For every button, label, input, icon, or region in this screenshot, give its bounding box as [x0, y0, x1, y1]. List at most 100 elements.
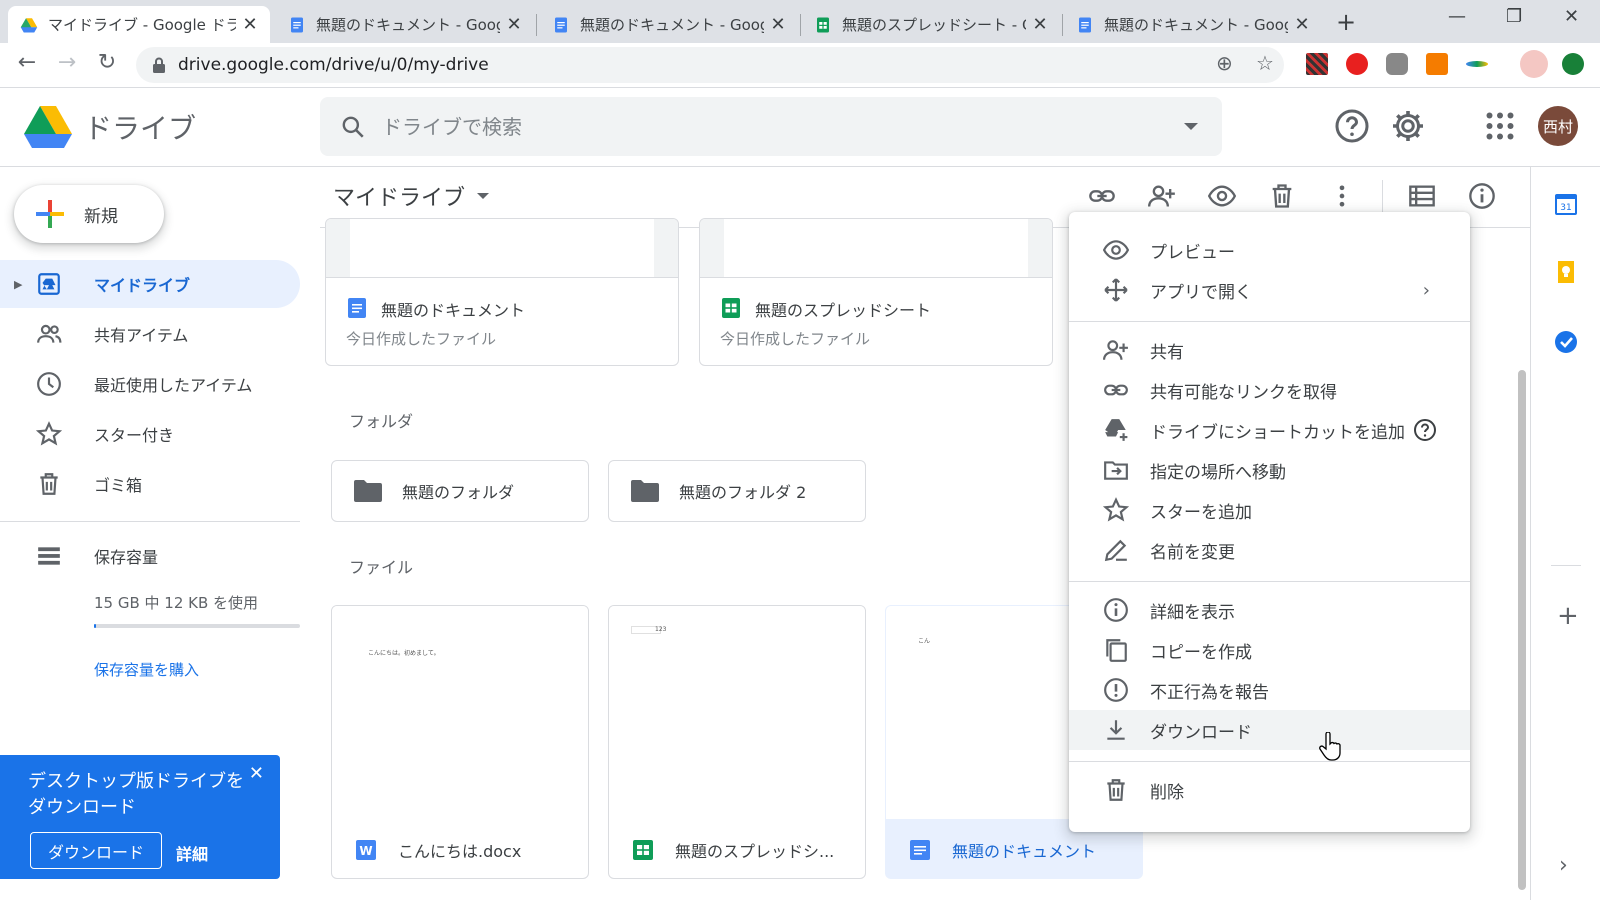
gear-icon[interactable] [1390, 108, 1426, 144]
shared-icon [37, 324, 62, 343]
eye-icon[interactable] [1208, 182, 1236, 210]
tab-title: 無題のドキュメント - Google ドキュメント [316, 16, 500, 34]
promo-download-button[interactable]: ダウンロード [30, 832, 162, 869]
quick-access-card-doc[interactable]: 無題のドキュメント 今日作成したファイル [325, 218, 679, 366]
restore-icon[interactable]: ❐ [1506, 6, 1522, 27]
more-vert-icon[interactable] [1328, 182, 1356, 210]
sidebar-item-starred[interactable]: スター付き [0, 410, 300, 458]
close-tab-icon[interactable]: ✕ [506, 14, 522, 35]
menu-item-add-shortcut[interactable]: ドライブにショートカットを追加 [1069, 410, 1470, 450]
menu-item-delete[interactable]: 削除 [1069, 770, 1470, 810]
calendar-icon[interactable]: 31 [1553, 191, 1579, 217]
qr-extension-icon[interactable] [1306, 53, 1328, 75]
menu-item-details[interactable]: 詳細を表示 [1069, 590, 1470, 630]
folder-card[interactable]: 無題のフォルダ 2 [608, 460, 866, 522]
sidebar-item-storage[interactable]: 保存容量 [0, 532, 300, 580]
back-icon[interactable]: ← [12, 50, 42, 75]
add-addon-icon[interactable]: + [1557, 601, 1579, 631]
docs-icon [291, 17, 303, 32]
bookmark-star-icon[interactable]: ☆ [1256, 51, 1274, 75]
address-bar[interactable]: drive.google.com/drive/u/0/my-drive [136, 47, 1284, 83]
folder-name: 無題のフォルダ [402, 483, 515, 502]
chart-extension-icon[interactable] [1426, 53, 1448, 75]
search-box[interactable] [320, 97, 1222, 156]
breadcrumb[interactable]: マイドライブ [333, 180, 490, 212]
menu-item-add-star[interactable]: スターを追加 [1069, 490, 1470, 530]
info-icon[interactable] [1468, 182, 1496, 210]
menu-item-rename[interactable]: 名前を変更 [1069, 530, 1470, 570]
move-to-icon [1104, 461, 1128, 480]
menu-item-get-link[interactable]: 共有可能なリンクを取得 [1069, 370, 1470, 410]
close-icon[interactable]: ✕ [249, 763, 264, 784]
trash-icon[interactable] [1268, 182, 1296, 210]
tab-title: マイドライブ - Google ドライブ [48, 16, 236, 34]
sidebar-item-label: 最近使用したアイテム [94, 376, 253, 395]
chevron-down-icon [477, 193, 490, 199]
avatar[interactable]: 西村 [1538, 106, 1578, 146]
sheets-icon [817, 17, 829, 32]
menu-item-label: プレビュー [1150, 242, 1235, 263]
new-button-label: 新規 [84, 206, 118, 227]
help-icon[interactable] [1413, 418, 1437, 442]
main-scrollbar[interactable] [1518, 370, 1526, 890]
file-card[interactable]: こんにちは。初めまして。 W こんにちは.docx [331, 605, 589, 879]
apps-grid-icon[interactable] [1482, 108, 1518, 144]
update-icon[interactable] [1562, 53, 1584, 75]
install-icon[interactable]: ⊕ [1216, 51, 1233, 75]
storage-usage-text: 15 GB 中 12 KB を使用 [94, 594, 259, 612]
reload-icon[interactable]: ↻ [92, 50, 122, 75]
help-icon[interactable] [1334, 108, 1370, 144]
browser-tab-doc-1[interactable]: 無題のドキュメント - Google ドキュメント ✕ [276, 6, 534, 43]
folder-card[interactable]: 無題のフォルダ [331, 460, 589, 522]
browser-tab-doc-2[interactable]: 無題のドキュメント - Google ドキュメント ✕ [540, 6, 798, 43]
file-card[interactable]: 123 無題のスプレッドシ... [608, 605, 866, 879]
close-tab-icon[interactable]: ✕ [1294, 14, 1310, 35]
link-icon[interactable] [1088, 182, 1116, 210]
drive-header: ドライブ 西村 [0, 88, 1600, 167]
close-tab-icon[interactable]: ✕ [770, 14, 786, 35]
quick-access-thumbnail [700, 219, 1052, 277]
search-input[interactable] [382, 114, 1142, 139]
search-options-icon[interactable] [1184, 123, 1198, 130]
sidebar-item-trash[interactable]: ゴミ箱 [0, 460, 300, 508]
red-extension-icon[interactable] [1346, 53, 1368, 75]
keep-icon[interactable] [1553, 259, 1579, 285]
drive-logo[interactable]: ドライブ [24, 106, 196, 148]
list-view-icon[interactable] [1408, 182, 1436, 210]
menu-item-share[interactable]: 共有 [1069, 330, 1470, 370]
browser-tab-sheet[interactable]: 無題のスプレッドシート - Google スプレッドシート ✕ [802, 6, 1060, 43]
menu-item-open-with[interactable]: アプリで開く › [1069, 270, 1470, 310]
new-tab-button[interactable]: + [1336, 8, 1356, 36]
quick-access-card-sheet[interactable]: 無題のスプレッドシート 今日作成したファイル [699, 218, 1053, 366]
menu-item-download[interactable]: ダウンロード [1069, 710, 1470, 750]
close-tab-icon[interactable]: ✕ [1032, 14, 1048, 35]
browser-tab-drive[interactable]: マイドライブ - Google ドライブ ✕ [8, 6, 270, 43]
minimize-icon[interactable]: — [1448, 6, 1466, 27]
sidebar-item-shared[interactable]: 共有アイテム [0, 310, 300, 358]
profile-icon[interactable] [1520, 50, 1548, 78]
s-extension-icon[interactable] [1386, 53, 1408, 75]
close-tab-icon[interactable]: ✕ [242, 14, 258, 35]
menu-divider [1069, 321, 1470, 322]
sidebar-item-my-drive[interactable]: ▶ マイドライブ [0, 260, 300, 308]
menu-item-make-copy[interactable]: コピーを作成 [1069, 630, 1470, 670]
menu-item-preview[interactable]: プレビュー [1069, 230, 1470, 270]
forward-icon[interactable]: → [52, 50, 82, 75]
chevron-right-icon[interactable]: › [1559, 853, 1568, 878]
menu-item-label: 共有可能なリンクを取得 [1150, 382, 1337, 403]
browser-tab-doc-3[interactable]: 無題のドキュメント - Google ドキュメント ✕ [1064, 6, 1322, 43]
menu-item-report[interactable]: 不正行為を報告 [1069, 670, 1470, 710]
trash-icon [1107, 779, 1125, 801]
promo-details-link[interactable]: 詳細 [176, 841, 208, 865]
tasks-icon[interactable] [1553, 329, 1579, 355]
rainbow-extension-icon[interactable] [1466, 61, 1488, 67]
close-window-icon[interactable]: ✕ [1564, 6, 1579, 27]
hand-cursor-icon [1319, 732, 1341, 761]
buy-storage-link[interactable]: 保存容量を購入 [94, 659, 199, 680]
person-add-icon[interactable] [1148, 182, 1176, 210]
url-text: drive.google.com/drive/u/0/my-drive [178, 55, 489, 75]
menu-item-move[interactable]: 指定の場所へ移動 [1069, 450, 1470, 490]
sidebar-item-recent[interactable]: 最近使用したアイテム [0, 360, 300, 408]
new-button[interactable]: 新規 [14, 185, 164, 243]
expand-arrow-icon[interactable]: ▶ [14, 278, 22, 291]
